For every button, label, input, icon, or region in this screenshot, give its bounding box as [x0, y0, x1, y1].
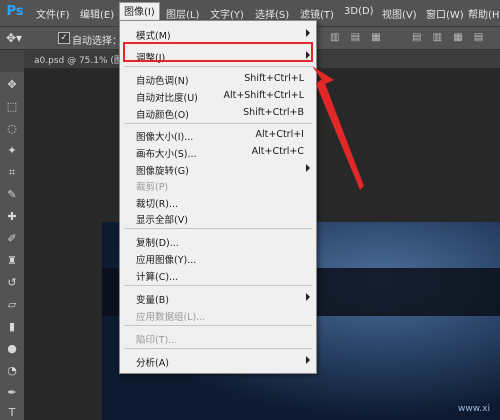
annotation-arrow-icon — [312, 66, 364, 190]
